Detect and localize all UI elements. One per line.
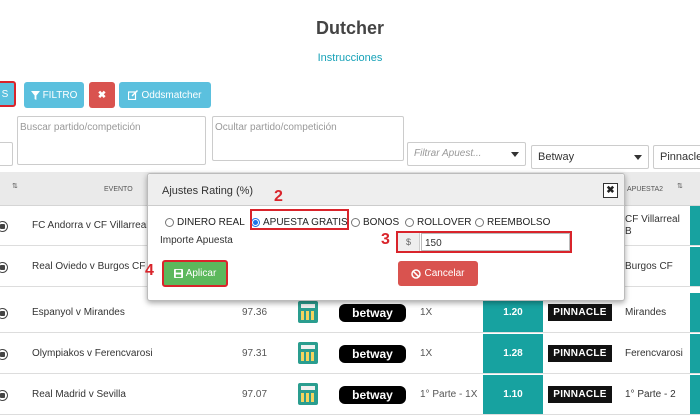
radio-label: DINERO REAL [177,217,245,228]
sort-icon[interactable]: ⇅ [12,182,18,190]
row-edge-cell [690,375,700,414]
importe-label: Importe Apuesta [160,235,233,246]
soccer-ball-icon [0,349,8,360]
row-apuesta2: 1° Parte - 2 [625,389,676,400]
hide-match-input[interactable]: Ocultar partido/competición [212,116,404,161]
close-icon[interactable]: ✖ [603,183,618,198]
row-apuesta2: CF Villarreal B [625,214,680,237]
soccer-ball-icon [0,262,8,273]
radio-label: REEMBOLSO [487,217,551,228]
row-apuesta: 1X [420,348,433,359]
cancelar-label: Cancelar [424,268,465,279]
pinnacle-logo: PINNACLE [548,345,612,362]
row-cuota: 1.10 [483,375,543,414]
annotation-step-4: 4 [145,262,154,279]
radio-label: ROLLOVER [417,217,472,228]
radio-bonos[interactable]: BONOS [351,217,399,228]
left-select[interactable] [0,142,13,166]
oddsmatcher-label: Oddsmatcher [141,89,202,101]
page-title: Dutcher [315,18,384,38]
partial-button-label: S [1,88,9,100]
row-evento[interactable]: Real Madrid v Sevilla [32,389,126,400]
clear-filters-button[interactable]: ✖ [89,82,115,108]
soccer-ball-icon [0,308,8,319]
calculator-icon[interactable] [298,301,318,323]
row-edge-cell [690,247,700,286]
chevron-down-icon [634,155,642,160]
radio-dinero-real[interactable]: DINERO REAL [165,217,245,228]
betway-logo: betway [339,345,406,363]
betway-logo: betway [339,386,406,404]
modal-header: Ajustes Rating (%) ✖ [148,174,624,206]
header-evento[interactable]: EVENTO [104,186,133,193]
apuesta-filter-placeholder: Filtrar Apuest... [414,148,482,159]
bookmaker2-select[interactable]: Pinnacle [653,145,700,169]
bookmaker1-select[interactable]: Betway [531,145,649,169]
save-icon [173,269,183,278]
calculator-icon[interactable] [298,383,318,405]
calculator-icon[interactable] [298,342,318,364]
soccer-ball-icon [0,390,8,401]
row-edge-cell [690,293,700,332]
partial-button[interactable]: S [0,81,16,107]
bookmaker1-value: Betway [538,151,575,163]
apuesta-filter-select[interactable]: Filtrar Apuest... [407,142,526,166]
edit-external-icon [128,90,139,100]
table-row: Real Madrid v Sevilla 97.07 betway 1° Pa… [0,375,700,415]
row-apuesta2: Ferencvarosi [625,348,683,359]
modal-title: Ajustes Rating (%) [162,185,254,197]
row-edge-cell [690,334,700,373]
radio-circle-icon [405,218,414,227]
row-cuota: 1.28 [483,334,543,373]
row-edge-cell [690,206,700,245]
cancelar-button[interactable]: Cancelar [398,261,478,286]
row-rating: 97.31 [242,348,268,359]
oddsmatcher-button[interactable]: Oddsmatcher [119,82,211,108]
row-apuesta: 1X [420,307,433,318]
search-input[interactable]: Buscar partido/competición [17,116,206,165]
filter-icon [30,90,40,100]
radio-circle-icon [475,218,484,227]
soccer-ball-icon [0,221,8,232]
radio-label: BONOS [363,217,400,228]
radio-circle-icon [351,218,360,227]
instructions-link[interactable]: Instrucciones [0,52,700,64]
ban-icon [411,268,422,279]
currency-addon: $ [398,233,420,251]
sort-icon[interactable]: ⇅ [677,182,683,190]
filtro-label: FILTRO [42,89,78,101]
row-evento[interactable]: FC Andorra v CF Villarreal [32,220,149,231]
row-rating: 97.36 [242,307,268,318]
radio-reembolso[interactable]: REEMBOLSO [475,217,550,228]
importe-input[interactable]: 150 [421,233,570,251]
aplicar-button[interactable]: Aplicar [162,260,228,287]
highlight-box [250,209,349,230]
row-apuesta2: Mirandes [625,307,667,318]
bookmaker2-value: Pinnacle [660,151,700,163]
betway-logo: betway [339,304,406,322]
aplicar-label: Aplicar [185,268,217,279]
row-evento[interactable]: Olympiakos v Ferencvarosi [32,348,153,359]
close-icon: ✖ [97,89,107,101]
pinnacle-logo: PINNACLE [548,386,612,403]
row-rating: 97.07 [242,389,268,400]
row-apuesta2: Burgos CF [625,261,673,272]
row-apuesta: 1° Parte - 1X [420,389,478,400]
pinnacle-logo: PINNACLE [548,304,612,321]
row-evento[interactable]: Espanyol v Mirandes [32,307,125,318]
row-evento[interactable]: Real Oviedo v Burgos CF [32,261,145,272]
filtro-button[interactable]: FILTRO [24,82,84,108]
importe-input-group: $ 150 [396,231,572,253]
header-apuesta2[interactable]: APUESTA2 [627,186,663,193]
table-row: Olympiakos v Ferencvarosi 97.31 betway 1… [0,334,700,374]
annotation-step-3: 3 [381,231,390,248]
radio-rollover[interactable]: ROLLOVER [405,217,471,228]
annotation-step-2: 2 [274,188,283,205]
chevron-down-icon [511,152,519,157]
radio-circle-icon [165,218,174,227]
